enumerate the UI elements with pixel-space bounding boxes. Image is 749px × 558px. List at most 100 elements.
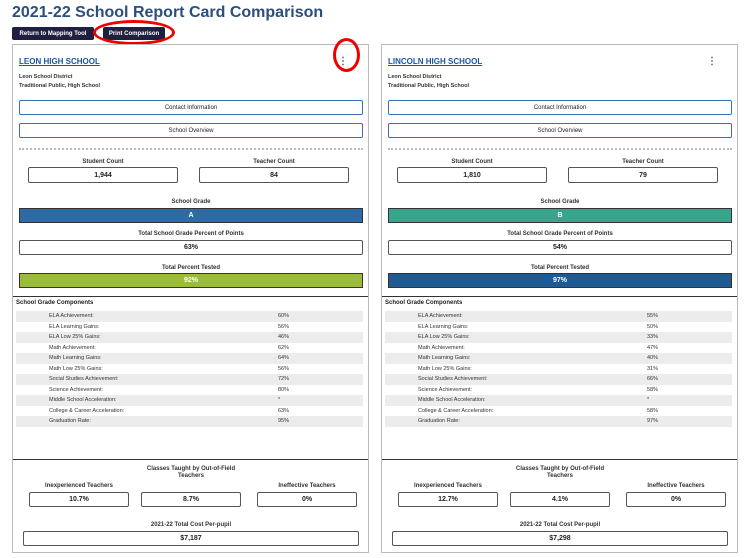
component-value: 31% <box>647 365 659 372</box>
component-value: 47% <box>647 344 659 351</box>
inexperienced-teachers-value: 10.7% <box>29 492 129 507</box>
cost-value: $7,187 <box>23 531 359 546</box>
component-value: 72% <box>278 376 290 383</box>
table-row: Math Learning Gains: 64% <box>16 353 363 364</box>
component-value: 55% <box>647 313 659 320</box>
component-label: ELA Learning Gains: <box>418 323 469 330</box>
component-label: ELA Achievement: <box>49 313 94 320</box>
teacher-count-value: 79 <box>568 167 718 183</box>
component-label: ELA Achievement: <box>418 313 463 320</box>
out-of-field-label: Classes Taught by Out-of-Field Teachers <box>515 466 605 479</box>
cost-value: $7,298 <box>392 531 728 546</box>
component-value: 80% <box>278 386 290 393</box>
component-label: Math Low 25% Gains: <box>418 365 472 372</box>
component-label: Social Studies Achievement: <box>49 376 119 383</box>
component-label: Math Learning Gains: <box>418 355 471 362</box>
table-row: Math Low 25% Gains: 56% <box>16 364 363 375</box>
component-value: 95% <box>278 418 290 425</box>
component-value: 64% <box>278 355 290 362</box>
cost-label: 2021-22 Total Cost Per-pupil <box>519 522 601 528</box>
school-district: Leon School District <box>19 74 73 80</box>
table-row: ELA Achievement: 55% <box>385 311 732 322</box>
component-label: Science Achievement: <box>418 386 473 393</box>
component-value: 62% <box>278 344 290 351</box>
component-value: 97% <box>647 418 659 425</box>
school-overview-button[interactable]: School Overview <box>388 123 732 138</box>
teacher-count-value: 84 <box>199 167 349 183</box>
contact-information-button[interactable]: Contact Information <box>19 100 363 115</box>
percent-points-value: 54% <box>388 240 732 255</box>
highlight-ring-print <box>93 20 175 45</box>
component-label: Middle School Acceleration: <box>49 397 117 404</box>
component-label: ELA Low 25% Gains: <box>49 334 101 341</box>
return-to-mapping-button[interactable]: Return to Mapping Tool <box>12 27 94 40</box>
table-row: College & Career Acceleration: 63% <box>16 406 363 417</box>
table-row: ELA Learning Gains: 50% <box>385 322 732 333</box>
component-label: Social Studies Achievement: <box>418 376 488 383</box>
ineffective-teachers-value: 0% <box>626 492 726 507</box>
school-card-lincoln: LINCOLN HIGH SCHOOL ⋮ Leon School Distri… <box>381 44 738 553</box>
school-type: Traditional Public, High School <box>388 83 469 89</box>
table-row: ELA Achievement: 60% <box>16 311 363 322</box>
divider <box>19 148 363 150</box>
component-label: College & Career Acceleration: <box>418 407 494 414</box>
components-title: School Grade Components <box>385 300 463 306</box>
school-type: Traditional Public, High School <box>19 83 100 89</box>
school-district: Leon School District <box>388 74 442 80</box>
table-row: Science Achievement: 58% <box>385 385 732 396</box>
component-label: Graduation Rate: <box>49 418 91 425</box>
component-value: * <box>278 397 281 404</box>
student-count-value: 1,944 <box>28 167 178 183</box>
table-row: Science Achievement: 80% <box>16 385 363 396</box>
table-row: Social Studies Achievement: 72% <box>16 374 363 385</box>
component-label: Science Achievement: <box>49 386 104 393</box>
school-overview-button[interactable]: School Overview <box>19 123 363 138</box>
page-title: 2021-22 School Report Card Comparison <box>12 4 324 21</box>
teacher-count-label: Teacher Count <box>253 159 295 165</box>
more-options-icon[interactable]: ⋮ <box>707 57 717 67</box>
out-of-field-label: Classes Taught by Out-of-Field Teachers <box>146 466 236 479</box>
component-label: Math Achievement: <box>49 344 96 351</box>
component-label: Math Learning Gains: <box>49 355 102 362</box>
highlight-ring-menu <box>333 38 360 72</box>
school-name-link[interactable]: LINCOLN HIGH SCHOOL <box>388 57 482 66</box>
components-title: School Grade Components <box>16 300 94 306</box>
school-grade-value: B <box>388 208 732 223</box>
school-grade-value: A <box>19 208 363 223</box>
student-count-value: 1,810 <box>397 167 547 183</box>
school-name-link[interactable]: LEON HIGH SCHOOL <box>19 57 100 66</box>
contact-information-button[interactable]: Contact Information <box>388 100 732 115</box>
table-row: Social Studies Achievement: 66% <box>385 374 732 385</box>
school-grade-components: School Grade Components ELA Achievement:… <box>13 296 368 460</box>
component-value: 46% <box>278 334 290 341</box>
student-count-label: Student Count <box>451 159 493 165</box>
inexperienced-teachers-label: Inexperienced Teachers <box>414 483 482 489</box>
component-label: Graduation Rate: <box>418 418 460 425</box>
out-of-field-value: 8.7% <box>141 492 241 507</box>
out-of-field-value: 4.1% <box>510 492 610 507</box>
component-value: 40% <box>647 355 659 362</box>
table-row: ELA Low 25% Gains: 46% <box>16 332 363 343</box>
student-count-label: Student Count <box>82 159 124 165</box>
component-label: Math Low 25% Gains: <box>49 365 103 372</box>
table-row: Graduation Rate: 97% <box>385 416 732 427</box>
component-value: 56% <box>278 365 290 372</box>
component-label: ELA Learning Gains: <box>49 323 100 330</box>
component-value: 58% <box>647 407 659 414</box>
divider <box>388 148 732 150</box>
component-value: 63% <box>278 407 290 414</box>
table-row: ELA Low 25% Gains: 33% <box>385 332 732 343</box>
percent-tested-label: Total Percent Tested <box>161 265 221 271</box>
component-label: Math Achievement: <box>418 344 465 351</box>
component-label: College & Career Acceleration: <box>49 407 125 414</box>
table-row: Math Learning Gains: 40% <box>385 353 732 364</box>
percent-tested-value: 97% <box>388 273 732 288</box>
component-value: 56% <box>278 323 290 330</box>
component-value: 58% <box>647 386 659 393</box>
percent-tested-label: Total Percent Tested <box>530 265 590 271</box>
component-value: 50% <box>647 323 659 330</box>
ineffective-teachers-label: Ineffective Teachers <box>647 483 705 489</box>
table-row: Math Low 25% Gains: 31% <box>385 364 732 375</box>
inexperienced-teachers-label: Inexperienced Teachers <box>45 483 113 489</box>
ineffective-teachers-label: Ineffective Teachers <box>278 483 336 489</box>
